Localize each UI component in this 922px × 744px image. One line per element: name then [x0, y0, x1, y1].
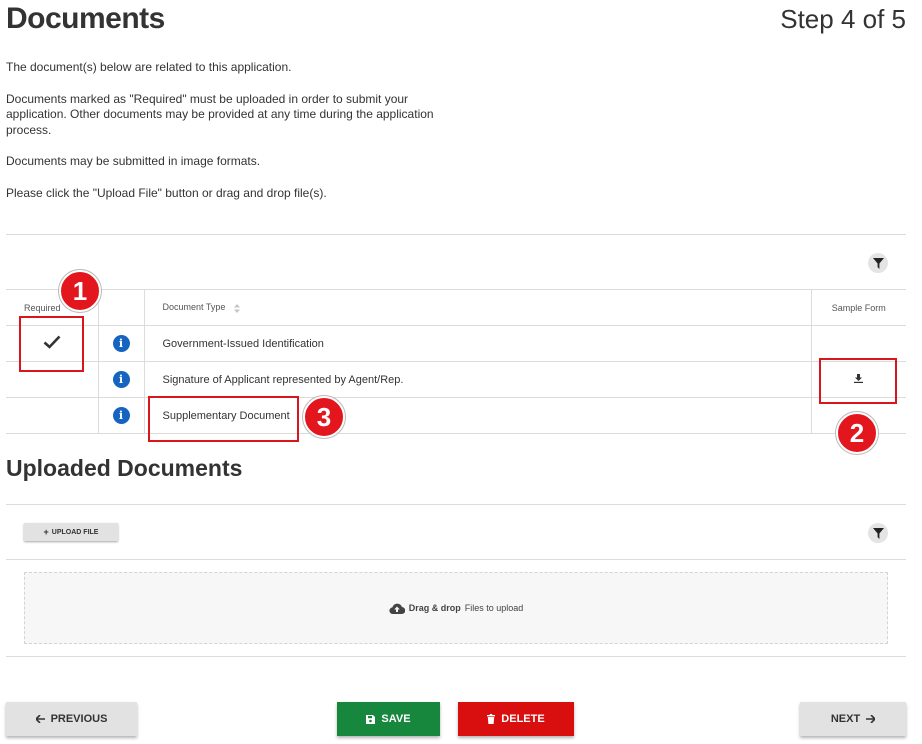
- table-row: i Supplementary Document: [6, 397, 906, 434]
- previous-button-label: PREVIOUS: [50, 713, 108, 725]
- upload-file-label: UPLOAD FILE: [51, 528, 99, 536]
- table-row: i Signature of Applicant represented by …: [6, 361, 906, 398]
- page-title: Documents: [6, 2, 165, 35]
- divider: [6, 559, 906, 560]
- arrow-right-icon: [866, 715, 876, 723]
- documents-table: Required Document Type Sample Form i Gov…: [6, 289, 906, 434]
- annotation-number-1: 1: [59, 270, 101, 312]
- intro-paragraph-4: Please click the "Upload File" button or…: [6, 185, 327, 200]
- table-header-row: Required Document Type Sample Form: [6, 289, 906, 326]
- column-header-info: [97, 289, 145, 326]
- step-indicator: Step 4 of 5: [780, 4, 906, 34]
- instructions: The document(s) below are related to thi…: [6, 60, 446, 217]
- info-icon[interactable]: i: [112, 371, 130, 388]
- sample-form-cell: [810, 325, 906, 362]
- plus-icon: +: [43, 526, 49, 537]
- document-type-cell: Government-Issued Identification: [144, 325, 811, 362]
- next-button-label: NEXT: [830, 713, 861, 725]
- arrow-left-icon: [35, 715, 45, 723]
- delete-button-label: DELETE: [501, 713, 545, 725]
- required-cell: [6, 397, 98, 434]
- save-button-label: SAVE: [381, 713, 411, 725]
- annotation-number-3: 3: [303, 396, 345, 438]
- intro-paragraph-2: Documents marked as "Required" must be u…: [6, 91, 434, 137]
- info-cell: i: [97, 361, 145, 398]
- divider: [6, 656, 906, 657]
- upload-file-button[interactable]: + UPLOAD FILE: [24, 523, 118, 541]
- save-icon: [366, 714, 376, 724]
- info-cell: i: [97, 397, 145, 434]
- next-button[interactable]: NEXT: [800, 702, 906, 736]
- info-icon[interactable]: i: [112, 335, 130, 352]
- intro-paragraph-1: The document(s) below are related to thi…: [6, 60, 292, 74]
- column-header-sample-form: Sample Form: [810, 289, 906, 326]
- documents-filter-button[interactable]: [868, 253, 888, 273]
- divider: [6, 234, 906, 235]
- cloud-upload-icon: [389, 603, 405, 614]
- table-row: i Government-Issued Identification: [6, 325, 906, 362]
- info-cell: i: [97, 325, 145, 362]
- annotation-highlight-3: [148, 396, 299, 442]
- info-icon[interactable]: i: [112, 407, 130, 424]
- filter-icon: [872, 257, 884, 269]
- column-header-document-type-label: Document Type: [162, 302, 226, 313]
- document-type-cell: Signature of Applicant represented by Ag…: [144, 361, 811, 398]
- save-button[interactable]: SAVE: [337, 702, 440, 736]
- divider: [6, 504, 906, 505]
- drop-zone-text: Files to upload: [464, 603, 524, 613]
- uploaded-documents-title: Uploaded Documents: [6, 455, 243, 481]
- previous-button[interactable]: PREVIOUS: [6, 702, 137, 736]
- delete-button[interactable]: DELETE: [458, 702, 574, 736]
- filter-icon: [872, 527, 884, 539]
- sort-icon[interactable]: [233, 303, 240, 313]
- annotation-highlight-1: [19, 316, 84, 372]
- trash-icon: [487, 714, 496, 724]
- annotation-number-2: 2: [836, 412, 878, 454]
- intro-paragraph-3: Documents may be submitted in image form…: [6, 154, 261, 168]
- drop-zone-bold-text: Drag & drop: [408, 603, 461, 613]
- drop-zone[interactable]: Drag & drop Files to upload: [24, 572, 888, 644]
- column-header-document-type[interactable]: Document Type: [144, 289, 811, 326]
- annotation-highlight-2: [819, 358, 897, 404]
- uploaded-filter-button[interactable]: [868, 523, 888, 543]
